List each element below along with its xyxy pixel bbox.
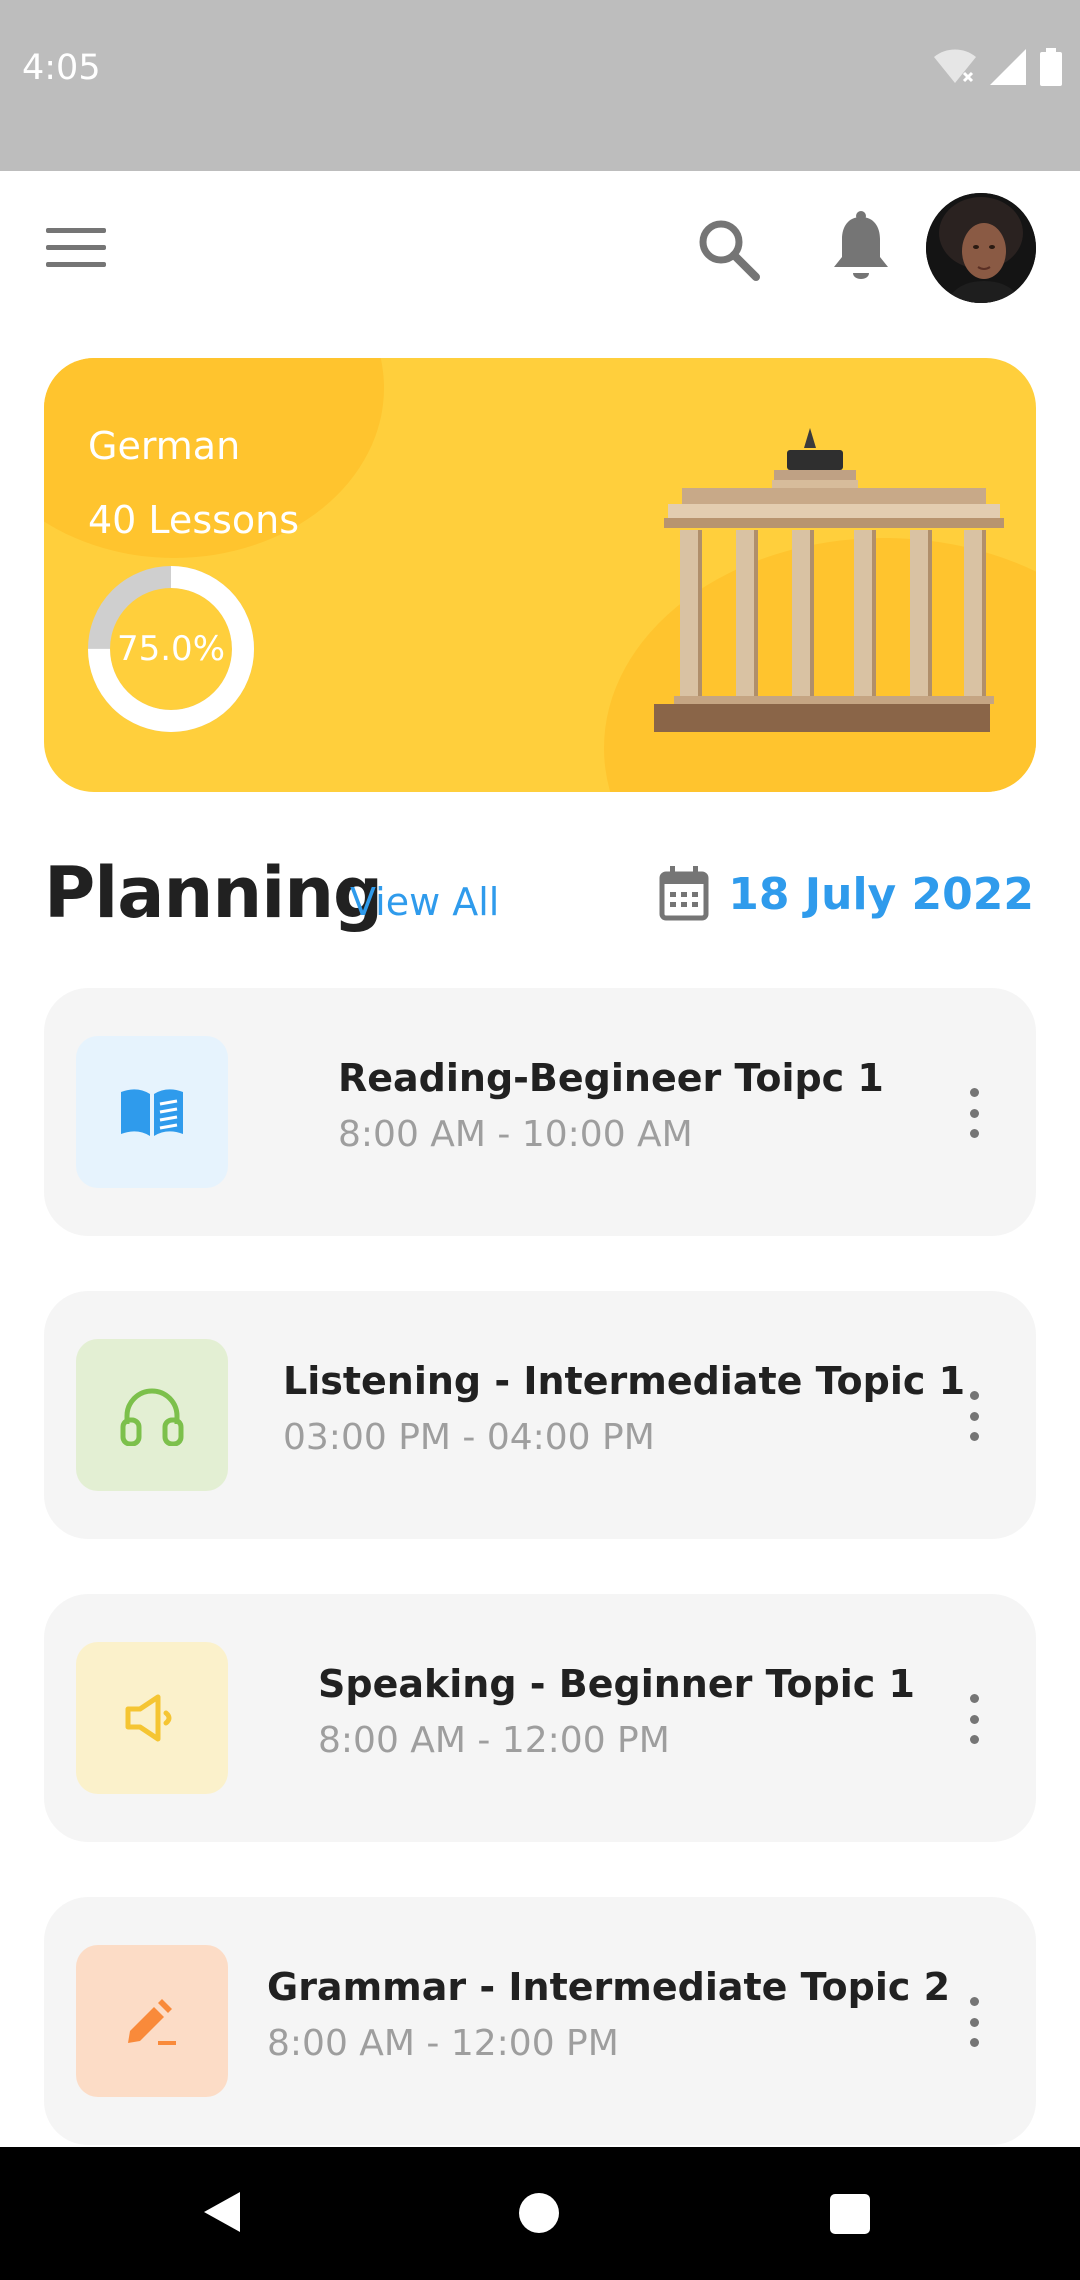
app-bar <box>0 171 1080 331</box>
brandenburg-gate-illustration <box>654 428 1004 732</box>
course-title: German <box>88 424 241 468</box>
more-options-icon[interactable] <box>964 1391 984 1441</box>
plan-title: Reading-Begineer Toipc 1 <box>338 1056 884 1100</box>
plan-card-grammar[interactable]: Grammar - Intermediate Topic 2 8:00 AM -… <box>44 1897 1036 2145</box>
plan-time: 03:00 PM - 04:00 PM <box>283 1417 655 1458</box>
status-bar: 4:05 <box>0 0 1080 171</box>
calendar-icon <box>659 866 709 921</box>
battery-icon <box>1040 48 1062 86</box>
hamburger-icon[interactable] <box>46 228 106 270</box>
book-icon <box>121 1089 183 1136</box>
plan-title: Listening - Intermediate Topic 1 <box>283 1359 966 1403</box>
search-icon[interactable] <box>694 215 764 285</box>
back-icon[interactable] <box>202 2190 242 2234</box>
plan-icon-box <box>76 1642 228 1794</box>
plan-time: 8:00 AM - 12:00 PM <box>318 1720 670 1761</box>
bell-icon[interactable] <box>826 211 896 285</box>
plan-card-reading[interactable]: Reading-Begineer Toipc 1 8:00 AM - 10:00… <box>44 988 1036 1236</box>
home-icon[interactable] <box>519 2193 559 2233</box>
status-time: 4:05 <box>22 48 101 88</box>
avatar[interactable] <box>926 193 1036 303</box>
planning-title: Planning <box>44 852 383 934</box>
signal-icon <box>990 49 1026 85</box>
plan-time: 8:00 AM - 10:00 AM <box>338 1114 693 1155</box>
status-icons <box>934 48 1062 86</box>
plan-card-speaking[interactable]: Speaking - Beginner Topic 1 8:00 AM - 12… <box>44 1594 1036 1842</box>
more-options-icon[interactable] <box>964 1088 984 1138</box>
plan-icon-box <box>76 1945 228 2097</box>
plan-title: Speaking - Beginner Topic 1 <box>318 1662 915 1706</box>
pencil-icon <box>128 1999 176 2045</box>
date-selector[interactable]: 18 July 2022 <box>658 866 1034 922</box>
plan-card-listening[interactable]: Listening - Intermediate Topic 1 03:00 P… <box>44 1291 1036 1539</box>
speaker-icon <box>125 1694 172 1742</box>
system-nav-bar <box>0 2147 1080 2280</box>
headphones-icon <box>120 1388 184 1446</box>
plan-icon-box <box>76 1036 228 1188</box>
wifi-off-icon <box>934 49 976 83</box>
plan-icon-box <box>76 1339 228 1491</box>
plan-time: 8:00 AM - 12:00 PM <box>267 2023 619 2064</box>
more-options-icon[interactable] <box>964 1694 984 1744</box>
plan-title: Grammar - Intermediate Topic 2 <box>267 1965 951 2009</box>
selected-date: 18 July 2022 <box>728 868 1034 920</box>
progress-label: 75.0% <box>116 629 225 669</box>
course-card[interactable]: German 40 Lessons 75.0% <box>44 358 1036 792</box>
course-lessons: 40 Lessons <box>88 498 300 542</box>
view-all-link[interactable]: View All <box>350 880 499 924</box>
more-options-icon[interactable] <box>964 1997 984 2047</box>
recent-apps-icon[interactable] <box>830 2194 870 2234</box>
